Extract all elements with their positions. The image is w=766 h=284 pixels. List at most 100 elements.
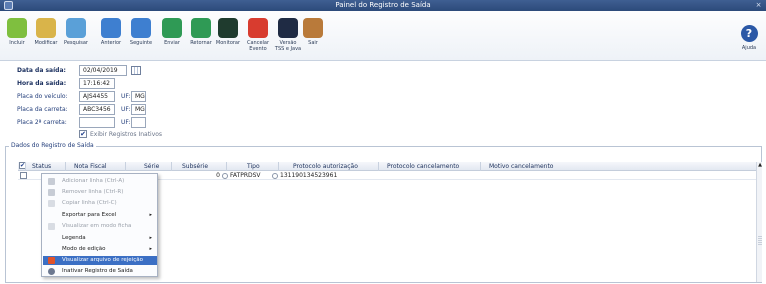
send-label: Enviar [164,40,180,46]
menu-export-excel[interactable]: Exportar para Excel ▸ [43,211,157,220]
col-protocolo-autorizacao[interactable]: Protocolo autorização [279,162,379,171]
menu-view-form-mode[interactable]: Visualizar em modo ficha [43,222,157,231]
menu-copy-row[interactable]: Copiar linha (Ctrl-C) [43,199,157,208]
menu-add-row[interactable]: Adicionar linha (Ctrl-A) [43,177,157,186]
hora-saida-label: Hora da saída: [17,80,67,87]
scroll-thumb[interactable] [758,236,762,246]
submenu-arrow-icon: ▸ [149,212,152,218]
col-tipo[interactable]: Tipo [227,162,279,171]
placa-veiculo-field[interactable]: AJS4455 [79,91,115,102]
col-status[interactable]: Status [28,162,66,171]
submenu-arrow-icon: ▸ [149,246,152,252]
help-icon: ? [740,25,758,42]
grid-scrollbar[interactable]: ▲ [756,162,762,282]
edit-icon [36,18,56,38]
exit-icon [303,18,323,38]
modify-button[interactable]: Modificar [31,14,61,58]
previous-label: Anterior [100,40,122,46]
next-label: Seguinte [129,40,153,46]
monitor-button[interactable]: Monitorar [213,14,243,58]
menu-inactivate-record[interactable]: Inativar Registro de Saída [43,267,157,276]
menu-view-rejection-file-label: Visualizar arquivo de rejeição [62,257,143,263]
placa-carreta-uf-label: UF: [121,106,131,113]
monitor-label: Monitorar [215,40,241,46]
placa2-carreta-uf-field[interactable] [131,117,146,128]
scroll-up-icon[interactable]: ▲ [757,162,763,169]
monitor-icon [218,18,238,38]
cell-subserie: 0 [216,172,220,179]
exit-label: Sair [308,40,318,46]
next-button[interactable]: Seguinte [126,14,156,58]
window-title: Painel do Registro de Saída [335,1,431,9]
send-button[interactable]: Enviar [157,14,187,58]
placa-veiculo-uf-field[interactable]: MG [131,91,146,102]
menu-copy-row-label: Copiar linha (Ctrl-C) [62,200,117,206]
search-icon [66,18,86,38]
return-label: Retornar [190,40,212,46]
col-nota-fiscal[interactable]: Nota Fiscal [66,162,126,171]
placa-carreta-label: Placa da carreta: [17,106,68,113]
previous-button[interactable]: Anterior [96,14,126,58]
select-all-checkbox[interactable]: ✔ [18,162,26,171]
help-button[interactable]: ? Ajuda [738,25,760,51]
calendar-icon[interactable] [131,66,141,75]
title-bar: Painel do Registro de Saída × [0,0,766,11]
menu-edit-mode-label: Modo de edição [62,246,106,252]
hora-saida-field[interactable]: 17:16:42 [79,78,115,89]
menu-inactivate-record-label: Inativar Registro de Saída [62,268,133,274]
tipo-lookup-icon[interactable] [272,171,278,180]
return-button[interactable]: Retornar [186,14,216,58]
col-motivo-cancelamento[interactable]: Motivo cancelamento [481,162,756,171]
include-button[interactable]: Incluir [2,14,32,58]
return-icon [191,18,211,38]
row-checkbox[interactable] [20,172,27,179]
subserie-lookup-icon[interactable] [222,171,228,180]
menu-remove-row[interactable]: Remover linha (Ctrl-R) [43,188,157,197]
placa2-carreta-field[interactable] [79,117,115,128]
placa-carreta-field[interactable]: ABC3456 [79,104,115,115]
add-icon [7,18,27,38]
placa-carreta-uf-field[interactable]: MG [131,104,146,115]
cancel-icon [248,18,268,38]
submenu-arrow-icon: ▸ [149,235,152,241]
placa2-carreta-label: Placa 2ª carreta: [17,119,67,126]
version-icon [278,18,298,38]
placa-veiculo-label: Placa do veículo: [17,93,68,100]
rejection-file-icon [48,257,55,264]
add-row-icon [48,178,55,185]
menu-legend[interactable]: Legenda ▸ [43,234,157,243]
arrow-left-icon [101,18,121,38]
col-serie[interactable]: Série [126,162,172,171]
close-icon[interactable]: × [754,1,763,10]
exit-button[interactable]: Sair [298,14,328,58]
context-menu: Adicionar linha (Ctrl-A) Remover linha (… [41,173,158,277]
copy-row-icon [48,200,55,207]
menu-view-form-mode-label: Visualizar em modo ficha [62,223,132,229]
exibir-inativos-label: Exibir Registros Inativos [90,131,163,138]
menu-add-row-label: Adicionar linha (Ctrl-A) [62,178,125,184]
cell-protocolo-autorizacao: 131190134523961 [280,172,338,179]
search-button[interactable]: Pesquisar [61,14,91,58]
arrow-right-icon [131,18,151,38]
cancel-event-button[interactable]: Cancelar Evento [243,14,273,58]
remove-row-icon [48,189,55,196]
menu-view-rejection-file[interactable]: Visualizar arquivo de rejeição [43,256,157,265]
modify-label: Modificar [34,40,58,46]
form-mode-icon [48,223,55,230]
exibir-inativos-checkbox[interactable]: ✔ [79,130,87,138]
menu-edit-mode[interactable]: Modo de edição ▸ [43,245,157,254]
data-saida-field[interactable]: 02/04/2019 [79,65,127,76]
col-subserie[interactable]: Subsérie [172,162,227,171]
placa-veiculo-uf-label: UF: [121,93,131,100]
include-label: Incluir [9,40,25,46]
toolbar: Incluir Modificar Pesquisar Anterior Seg… [0,11,766,61]
col-protocolo-cancelamento[interactable]: Protocolo cancelamento [379,162,481,171]
section-title: Dados do Registro de Saída [9,142,96,149]
menu-export-excel-label: Exportar para Excel [62,212,117,218]
grid-header: ✔ Status Nota Fiscal Série Subsérie Tipo… [18,162,756,171]
send-icon [162,18,182,38]
help-label: Ajuda [741,45,757,51]
menu-remove-row-label: Remover linha (Ctrl-R) [62,189,124,195]
placa2-carreta-uf-label: UF: [121,119,131,126]
menu-legend-label: Legenda [62,235,86,241]
